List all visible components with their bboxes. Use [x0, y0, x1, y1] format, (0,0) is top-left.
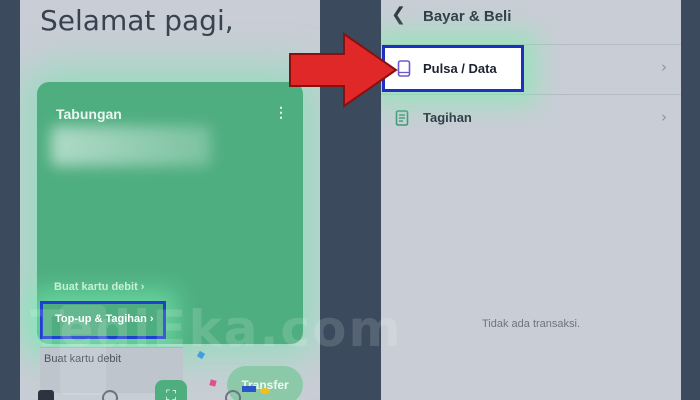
- divider: [381, 94, 681, 95]
- greeting-text: Selamat pagi,: [40, 4, 234, 37]
- back-arrow-icon[interactable]: ❮: [391, 4, 406, 25]
- home-icon[interactable]: [38, 390, 54, 400]
- more-vertical-icon[interactable]: ⋮: [274, 104, 288, 121]
- scan-qr-icon[interactable]: ⛶: [155, 380, 187, 400]
- red-arrow-annotation: [289, 32, 398, 108]
- pulsa-data-highlight[interactable]: Pulsa / Data: [382, 45, 524, 92]
- header: ❮ Bayar & Beli: [381, 0, 681, 34]
- chevron-right-icon: ›: [661, 108, 667, 126]
- watermark: TediEka.com: [30, 300, 403, 358]
- confetti-decoration: [242, 386, 256, 392]
- chevron-right-icon: ›: [661, 58, 667, 76]
- pulsa-data-label: Pulsa / Data: [423, 61, 497, 76]
- create-debit-card-link[interactable]: Buat kartu debit ›: [54, 281, 144, 293]
- card-title: Tabungan: [56, 106, 122, 122]
- receipt-icon: [395, 110, 409, 126]
- confetti-decoration: [260, 388, 270, 394]
- empty-state-text: Tidak ada transaksi.: [481, 318, 581, 330]
- tagihan-label: Tagihan: [423, 110, 472, 125]
- page-title: Bayar & Beli: [423, 8, 512, 25]
- list-item-tagihan[interactable]: Tagihan ›: [381, 96, 681, 142]
- right-screen: ❮ Bayar & Beli › Tagihan › Pulsa / Data …: [381, 0, 681, 400]
- profile-icon[interactable]: [225, 390, 241, 400]
- balance-blurred: [51, 126, 211, 166]
